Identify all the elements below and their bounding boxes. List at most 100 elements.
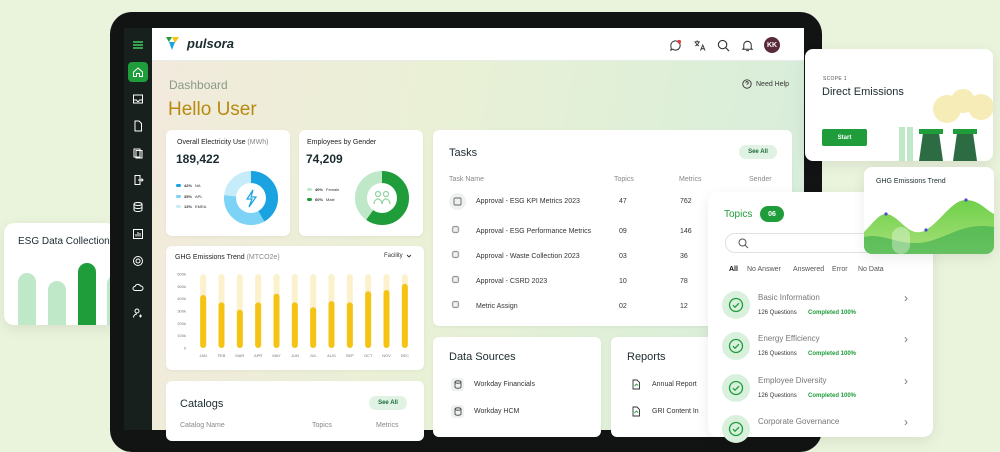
bar-apr[interactable] (255, 302, 262, 348)
electricity-value: 189,422 (176, 152, 220, 166)
report-name: Annual Report (652, 381, 697, 388)
bar-may[interactable] (273, 293, 280, 348)
document-icon[interactable] (128, 116, 148, 136)
filter-error[interactable]: Error (832, 266, 848, 273)
bar-jul[interactable] (310, 307, 317, 348)
task-topics: 10 (619, 278, 627, 285)
task-topics: 09 (619, 228, 627, 235)
task-name: Approval - ESG KPI Metrics 2023 (476, 198, 580, 205)
bar-aug[interactable] (328, 301, 335, 348)
task-topics: 47 (619, 198, 627, 205)
topic-name: Employee Diversity (758, 376, 827, 385)
bar-feb[interactable] (218, 302, 225, 348)
catalog-col-topics: Topics (312, 422, 332, 429)
topic-status: Completed 100% (808, 351, 857, 357)
facility-dropdown[interactable]: Facility (384, 253, 412, 259)
chart-icon[interactable] (128, 224, 148, 244)
bell-icon[interactable] (740, 38, 754, 52)
tasks-col-topics: Topics (614, 176, 634, 183)
bar-sep[interactable] (346, 302, 353, 348)
greeting: Hello User (168, 99, 257, 120)
esg-data-collection-card: ESG Data Collection (4, 223, 116, 325)
need-help-link[interactable]: Need Help (742, 79, 789, 89)
report-item[interactable]: Annual Report (629, 378, 697, 391)
home-icon[interactable] (128, 62, 148, 82)
report-name: GRI Content In (652, 408, 699, 415)
x-tick-label: AUG (327, 353, 336, 358)
report-item[interactable]: GRI Content In (629, 405, 699, 418)
task-icon (451, 275, 460, 284)
data-source-item[interactable]: Workday Financials (451, 378, 535, 391)
data-source-name: Workday HCM (474, 408, 520, 415)
inbox-icon[interactable] (128, 89, 148, 109)
topics-count-badge: 06 (760, 206, 784, 222)
need-help-label: Need Help (756, 80, 790, 88)
topic-status: Completed 100% (808, 310, 857, 316)
bar-mar[interactable] (236, 309, 243, 348)
bar-dec[interactable] (401, 283, 408, 348)
export-icon[interactable] (128, 170, 148, 190)
user-avatar[interactable]: KK (764, 37, 780, 53)
legend-item: 13% EMEA (176, 204, 206, 209)
task-metrics: 78 (680, 278, 688, 285)
check-circle-icon (722, 291, 750, 319)
user-settings-icon[interactable] (128, 303, 148, 323)
chevron-right-icon: › (904, 374, 908, 388)
report-icon (629, 378, 642, 391)
topic-name: Energy Efficiency (758, 334, 820, 343)
tasks-title: Tasks (449, 147, 478, 159)
data-source-item[interactable]: Workday HCM (451, 405, 519, 418)
topic-item[interactable]: Employee Diversity 126 Questions Complet… (722, 374, 922, 410)
filter-no-data[interactable]: No Data (858, 266, 884, 273)
database-icon[interactable] (128, 197, 148, 217)
tasks-see-all-button[interactable]: See All (739, 145, 777, 159)
tasks-col-sender: Sender (749, 176, 772, 183)
x-tick-label: APR (254, 353, 262, 358)
chevron-down-icon (406, 254, 411, 258)
topic-item[interactable]: Energy Efficiency 126 Questions Complete… (722, 332, 922, 368)
ghg-float-title: GHG Emissions Trend (876, 178, 946, 185)
x-tick-label: NOV (382, 353, 391, 358)
esg-card-title: ESG Data Collection (18, 236, 110, 247)
y-tick-label: 100k (177, 333, 186, 338)
cloud-settings-icon[interactable] (128, 278, 148, 298)
bar-oct[interactable] (365, 291, 372, 348)
menu-icon[interactable] (128, 35, 148, 55)
app-name: pulsora (187, 35, 234, 51)
topic-item[interactable]: Basic Information 126 Questions Complete… (722, 291, 922, 327)
bar-jan[interactable] (200, 294, 207, 348)
notification-chat-icon[interactable] (668, 38, 682, 52)
check-circle-icon (722, 332, 750, 360)
report-icon (629, 405, 642, 418)
catalogs-see-all-button[interactable]: See All (369, 396, 407, 410)
x-tick-label: JAN (199, 353, 207, 358)
bar-nov[interactable] (383, 290, 390, 348)
filter-answered[interactable]: Answered (793, 266, 824, 273)
app-logo[interactable]: pulsora (164, 34, 234, 52)
topic-questions: 126 Questions (758, 310, 797, 316)
documents-icon[interactable] (128, 143, 148, 163)
chevron-right-icon: › (904, 291, 908, 305)
search-icon[interactable] (716, 38, 730, 52)
filter-all[interactable]: All (729, 266, 738, 273)
bar-jun[interactable] (291, 302, 298, 348)
ghg-trend-float-card: GHG Emissions Trend (864, 167, 994, 254)
task-name: Metric Assign (476, 303, 518, 310)
task-icon (449, 193, 466, 210)
chevron-right-icon: › (904, 332, 908, 346)
search-icon (738, 238, 749, 249)
x-tick-label: JUL (310, 353, 318, 358)
y-tick-label: 0 (184, 346, 187, 351)
filter-no-answer[interactable]: No Answer (747, 266, 781, 273)
y-tick-label: 400k (177, 296, 186, 301)
task-metrics: 36 (680, 253, 688, 260)
catalog-col-name: Catalog Name (180, 422, 225, 429)
start-button[interactable]: Start (822, 129, 867, 146)
legend-item: 60% Male (307, 197, 335, 202)
target-icon[interactable] (128, 251, 148, 271)
translate-icon[interactable] (692, 38, 706, 52)
data-source-name: Workday Financials (474, 381, 535, 388)
topic-item[interactable]: Corporate Governance › (722, 415, 922, 451)
people-icon (373, 190, 391, 205)
task-icon (451, 300, 460, 309)
